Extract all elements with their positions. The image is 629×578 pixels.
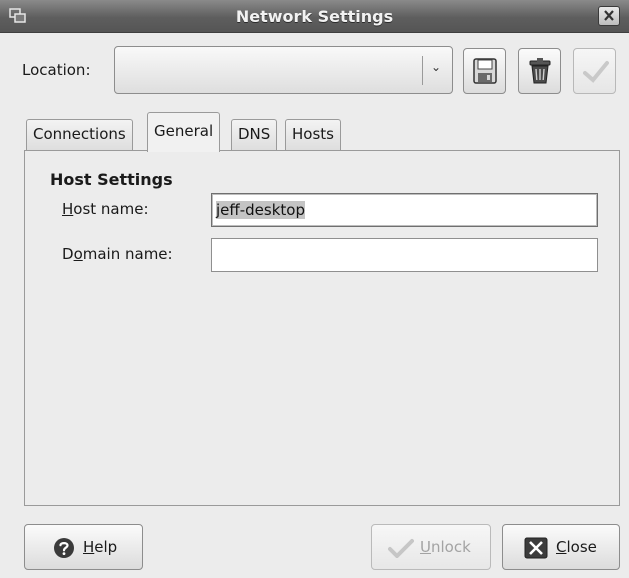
apply-check-icon: [583, 61, 609, 83]
help-question-icon: [53, 537, 75, 563]
window-title: Network Settings: [235, 7, 394, 26]
apply-location-button[interactable]: [573, 48, 616, 94]
close-x-icon: [604, 10, 614, 21]
unlock-check-icon: [388, 538, 414, 562]
close-button-label: Close: [556, 538, 597, 556]
close-button[interactable]: Close: [502, 524, 620, 570]
save-floppy-icon: [473, 58, 497, 84]
window-close-button[interactable]: [598, 6, 620, 26]
tab-general[interactable]: General: [147, 112, 221, 152]
delete-trash-icon: [529, 58, 551, 84]
tab-dns[interactable]: DNS: [231, 119, 278, 150]
tab-hosts[interactable]: Hosts: [285, 119, 341, 150]
host-name-value: jeff-desktop: [216, 201, 305, 219]
domain-name-field[interactable]: [211, 238, 598, 272]
combo-separator: [422, 56, 423, 85]
save-location-button[interactable]: [463, 48, 506, 94]
unlock-button-label: Unlock: [420, 538, 471, 556]
title-bar[interactable]: Network Settings: [0, 0, 629, 33]
host-settings-heading: Host Settings: [50, 170, 173, 189]
network-settings-window: Network Settings Location: ⌄ Connections…: [0, 0, 629, 578]
help-button[interactable]: Help: [24, 524, 143, 570]
location-combobox[interactable]: ⌄: [114, 46, 453, 94]
close-x-icon: [524, 537, 548, 563]
tab-connections[interactable]: Connections: [26, 119, 133, 150]
chevron-down-icon: ⌄: [431, 60, 442, 74]
help-button-label: Help: [83, 538, 118, 556]
host-name-field[interactable]: jeff-desktop: [211, 193, 598, 227]
location-label: Location:: [22, 61, 91, 79]
delete-location-button[interactable]: [518, 48, 561, 94]
domain-name-label: Domain name:: [62, 245, 173, 263]
unlock-button[interactable]: Unlock: [371, 524, 491, 570]
host-name-label: Host name:: [62, 200, 149, 218]
